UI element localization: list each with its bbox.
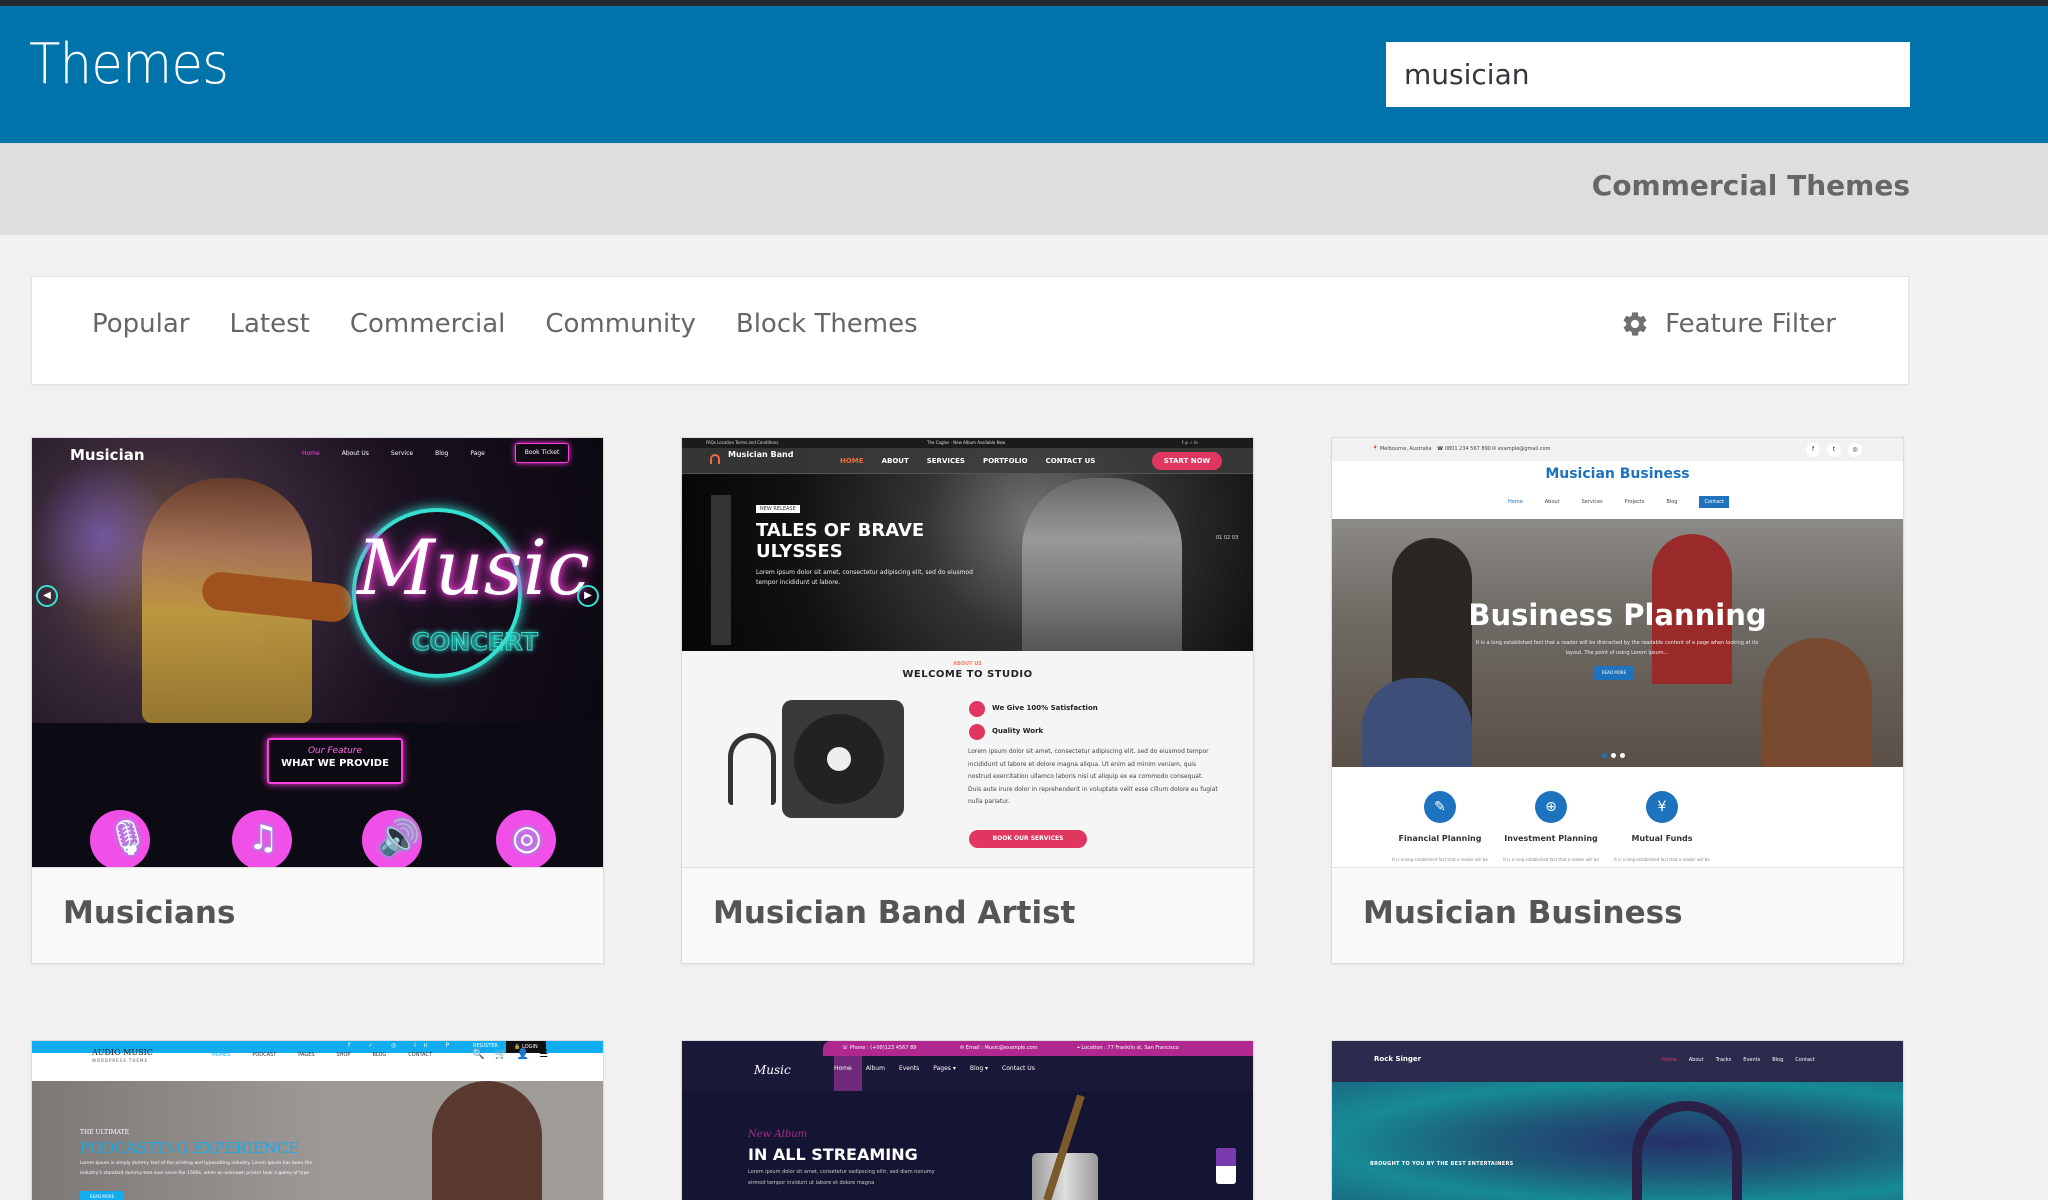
feature-filter-label: Feature Filter <box>1665 309 1836 339</box>
theme-screenshot[interactable]: 📍 Melbourne, Australia ☎ 0801 234 567 89… <box>1332 438 1903 867</box>
theme-screenshot[interactable]: Rock Singer Home About Tracks Events Blo… <box>1332 1041 1903 1200</box>
filter-bar: Popular Latest Commercial Community Bloc… <box>31 276 1909 385</box>
theme-card[interactable]: FAQs Location Terms and Conditions The C… <box>681 437 1254 964</box>
vinyl-icon: ◎ <box>496 810 556 867</box>
theme-screenshot[interactable]: f ✓ ◎ in P REGISTER 🔒 LOGIN AUDIO MUSIC W… <box>32 1041 603 1200</box>
preview-nav: Home About Tracks Events Blog Contact <box>1662 1057 1815 1063</box>
hero-image <box>1332 1082 1903 1200</box>
tab-popular[interactable]: Popular <box>92 309 190 339</box>
funds-icon: ¥ <box>1646 791 1678 823</box>
feature-box: Our Feature WHAT WE PROVIDE <box>267 738 403 784</box>
header-icons: 🔍🛒👤☰ <box>472 1049 559 1060</box>
headphones-image <box>728 733 776 805</box>
headphones-icon <box>710 454 720 464</box>
twitter-icon: t <box>1827 443 1841 457</box>
tab-block-themes[interactable]: Block Themes <box>736 309 918 339</box>
next-arrow-icon: ▶ <box>577 585 599 607</box>
theme-name[interactable]: Musician Band Artist <box>713 895 1075 931</box>
page-title: Themes <box>29 32 229 97</box>
music-note-icon: ♫ <box>232 810 292 867</box>
preview-headline: Business Planning <box>1468 598 1767 632</box>
tab-latest[interactable]: Latest <box>230 309 310 339</box>
theme-screenshot[interactable]: ☏ Phone : (+00)123 4567 89 ✉ Email : Mus… <box>682 1041 1253 1200</box>
preview-cta-button: BOOK OUR SERVICES <box>969 830 1087 848</box>
facebook-icon: f <box>1806 443 1820 457</box>
preview-section-title: WELCOME TO STUDIO <box>902 669 1033 680</box>
podcaster-image <box>432 1081 542 1200</box>
headphones-image <box>1632 1101 1742 1200</box>
turntable-image <box>782 700 904 818</box>
page-header: Themes <box>0 6 2048 143</box>
speaker-icon: 🔊 <box>362 810 422 867</box>
preview-badge: NEW RELEASE <box>756 505 800 513</box>
social-icons: f ✓ ◎ in P <box>348 1042 458 1049</box>
preview-brand: Musician Business <box>1545 466 1690 482</box>
preview-nav: Home Album Events Pages ▾ Blog ▾ Contact… <box>834 1065 1035 1072</box>
slider-arrows <box>1216 1148 1236 1184</box>
preview-nav: HOMES PODCAST PAGES SHOP BLOG CONTACT <box>212 1052 433 1058</box>
gear-icon <box>1623 312 1647 336</box>
slider-dots <box>1602 753 1625 758</box>
search-input[interactable] <box>1386 42 1910 107</box>
commercial-themes-link[interactable]: Commercial Themes <box>1592 169 1910 202</box>
theme-card[interactable]: Rock Singer Home About Tracks Events Blo… <box>1331 1040 1904 1200</box>
theme-screenshot[interactable]: FAQs Location Terms and Conditions The C… <box>682 438 1253 867</box>
preview-nav: Home About Services Projects Blog Contac… <box>1508 496 1729 508</box>
quality-icon <box>969 724 985 740</box>
sub-header: Commercial Themes <box>0 143 2048 235</box>
preview-start-button: START NOW <box>1152 452 1222 470</box>
preview-nav: Home About Us Service Blog Page <box>302 450 485 457</box>
theme-name[interactable]: Musician Business <box>1363 895 1683 931</box>
theme-card[interactable]: f ✓ ◎ in P REGISTER 🔒 LOGIN AUDIO MUSIC W… <box>31 1040 604 1200</box>
theme-card[interactable]: ☏ Phone : (+00)123 4567 89 ✉ Email : Mus… <box>681 1040 1254 1200</box>
filter-tabs: Popular Latest Commercial Community Bloc… <box>92 309 918 339</box>
preview-brand: Rock Singer <box>1374 1055 1422 1063</box>
preview-logo: Musician <box>70 446 145 464</box>
preview-nav: HOME ABOUT SERVICES PORTFOLIO CONTACT US <box>840 457 1096 465</box>
preview-headline: IN ALL STREAMING <box>748 1145 918 1164</box>
preview-read-more: READ MORE <box>1594 666 1634 680</box>
tab-community[interactable]: Community <box>545 309 695 339</box>
financial-icon: ✎ <box>1424 791 1456 823</box>
preview-brand: AUDIO MUSIC WORDPRESS THEME <box>92 1048 153 1064</box>
drum-image <box>1032 1153 1098 1200</box>
preview-brand: Musician Band <box>728 450 794 459</box>
investment-icon: ⊕ <box>1535 791 1567 823</box>
singer-image <box>1022 478 1182 651</box>
theme-card[interactable]: Music CONCERT Musician Home About Us Ser… <box>31 437 604 964</box>
hero-script: Music <box>357 523 590 612</box>
theme-screenshot[interactable]: Music CONCERT Musician Home About Us Ser… <box>32 438 603 867</box>
feature-filter-button[interactable]: Feature Filter <box>1621 309 1836 339</box>
prev-arrow-icon: ◀ <box>36 585 58 607</box>
microphone-icon: 🎙 <box>90 810 150 867</box>
preview-headline: TALES OF BRAVE ULYSSES <box>756 520 925 562</box>
preview-logo: Music <box>754 1063 791 1077</box>
instagram-icon: ◎ <box>1848 443 1862 457</box>
tab-commercial[interactable]: Commercial <box>350 309 506 339</box>
hero-word: CONCERT <box>412 628 539 657</box>
satisfaction-icon <box>969 701 985 717</box>
theme-name[interactable]: Musicians <box>63 895 235 931</box>
preview-book-button: Book Ticket <box>515 443 569 463</box>
theme-card[interactable]: 📍 Melbourne, Australia ☎ 0801 234 567 89… <box>1331 437 1904 964</box>
preview-headline: PODCASTING EXPERIENCE <box>80 1139 300 1157</box>
